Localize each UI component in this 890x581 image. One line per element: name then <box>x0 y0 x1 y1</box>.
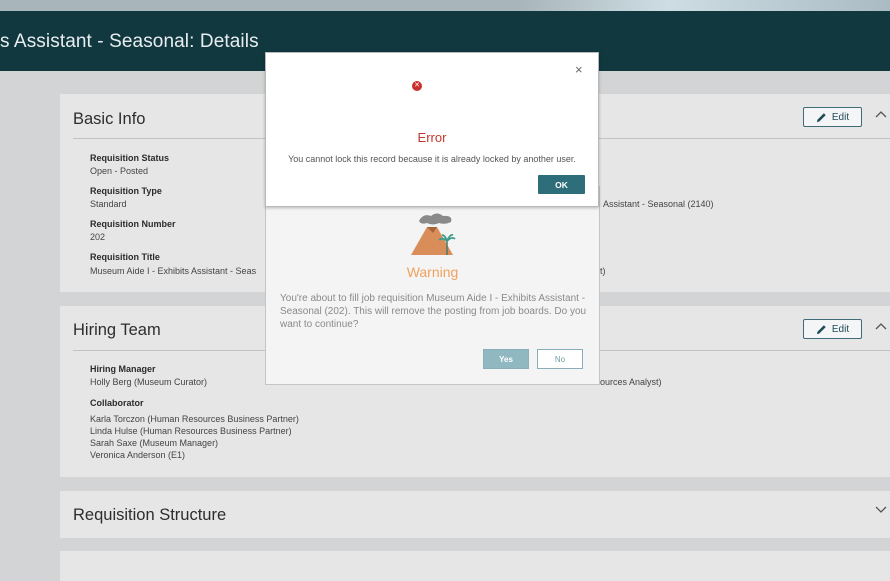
requisition-title-label: Requisition Title <box>90 252 160 262</box>
requisition-type-label: Requisition Type <box>90 186 162 196</box>
requisition-type-value: Standard <box>90 199 127 209</box>
edit-label: Edit <box>831 111 850 123</box>
hiring-team-edit-button[interactable]: Edit <box>803 319 862 339</box>
requisition-number-value: 202 <box>90 232 106 242</box>
no-button[interactable]: No <box>537 349 583 369</box>
pencil-icon <box>816 324 826 334</box>
hiring-manager-label: Hiring Manager <box>90 364 156 374</box>
pencil-icon <box>816 112 826 122</box>
collapse-chevron-icon[interactable] <box>875 109 887 121</box>
requisition-title-value: Museum Aide I - Exhibits Assistant - Sea… <box>90 266 257 276</box>
requisition-structure-title: Requisition Structure <box>73 506 227 524</box>
next-section-card <box>60 551 890 581</box>
basic-info-title: Basic Info <box>73 110 146 128</box>
warning-message: You're about to fill job requisition Mus… <box>280 293 587 330</box>
requisition-status-label: Requisition Status <box>90 153 170 163</box>
collaborator-item: Veronica Anderson (E1) <box>90 450 186 460</box>
ok-button[interactable]: OK <box>538 175 585 194</box>
requisition-status-value: Open - Posted <box>90 166 149 176</box>
requisition-structure-card[interactable]: Requisition Structure <box>60 491 890 538</box>
collapse-chevron-icon[interactable] <box>875 321 887 333</box>
warning-dialog: Warning You're about to fill job requisi… <box>265 186 600 385</box>
expand-chevron-icon[interactable] <box>875 505 887 517</box>
error-dialog: × ✕ Error You cannot lock this record be… <box>265 52 599 207</box>
warning-title: Warning <box>406 264 459 280</box>
error-icon: ✕ <box>412 81 422 91</box>
collaborator-item: Karla Torczon (Human Resources Business … <box>90 414 299 424</box>
banner-decoration <box>520 0 890 11</box>
right-value-fragment: t) <box>600 266 606 276</box>
hiring-team-title: Hiring Team <box>73 321 161 339</box>
basic-info-edit-button[interactable]: Edit <box>803 107 862 127</box>
volcano-icon <box>411 213 456 255</box>
collaborator-label: Collaborator <box>90 398 144 408</box>
edit-label: Edit <box>831 323 850 335</box>
error-message: You cannot lock this record because it i… <box>288 154 576 164</box>
hiring-manager-value: Holly Berg (Museum Curator) <box>90 377 208 387</box>
page-title: s Assistant - Seasonal: Details <box>0 31 259 52</box>
recruiter-value-fragment: ources Analyst) <box>600 377 662 387</box>
requisition-number-label: Requisition Number <box>90 219 176 229</box>
yes-button[interactable]: Yes <box>483 349 529 369</box>
top-banner <box>0 0 890 11</box>
job-profile-value-fragment: Assistant - Seasonal (2140) <box>603 199 714 209</box>
collaborator-item: Sarah Saxe (Museum Manager) <box>90 438 219 448</box>
collaborator-item: Linda Hulse (Human Resources Business Pa… <box>90 426 292 436</box>
error-title: Error <box>417 130 447 145</box>
close-icon[interactable]: × <box>575 62 583 77</box>
